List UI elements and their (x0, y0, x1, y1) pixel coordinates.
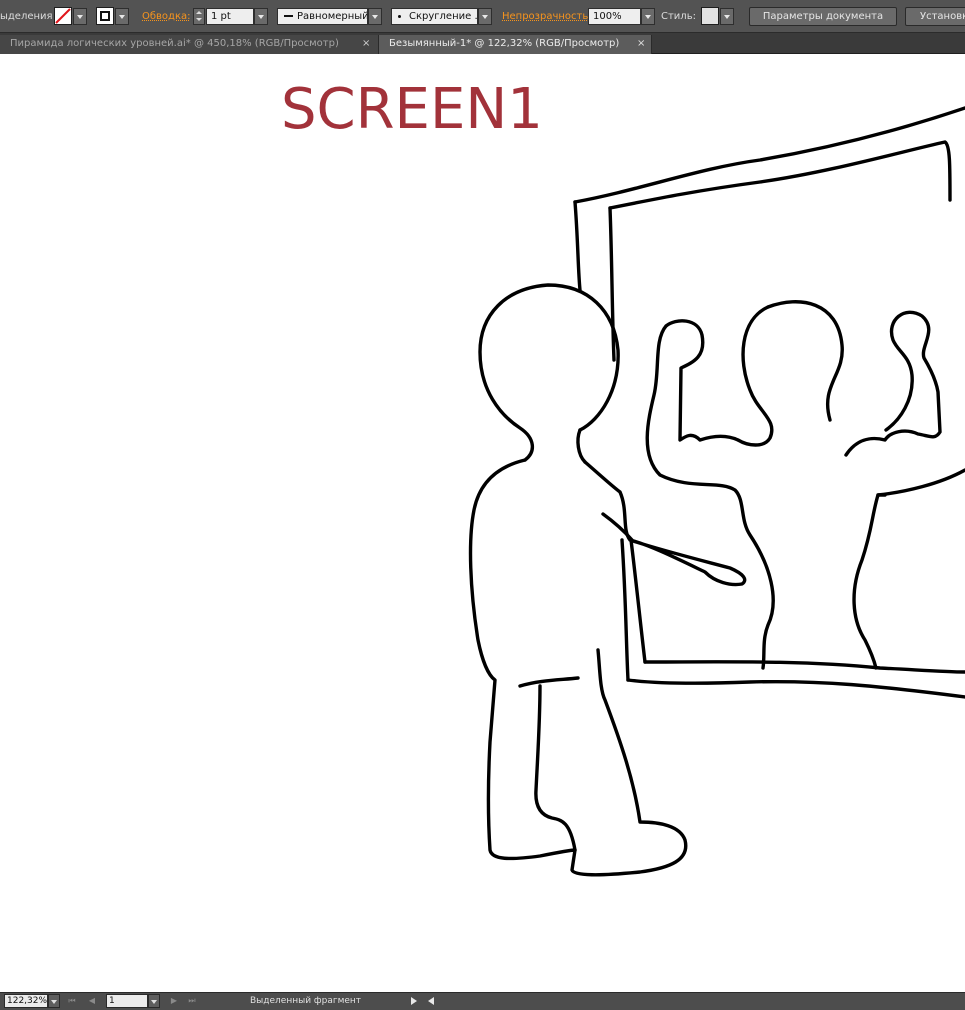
tab-label: Пирамида логических уровней.ai* @ 450,18… (10, 38, 339, 49)
stroke-square-icon (100, 11, 110, 21)
profile-label: Равномерный (297, 11, 368, 22)
close-icon[interactable]: × (362, 35, 370, 53)
person-back-arm (583, 460, 747, 587)
reflection-right-torso (852, 468, 965, 670)
next-artboard-icon[interactable]: ▶ (168, 996, 180, 1006)
stroke-weight-field[interactable]: 1 pt (206, 8, 254, 25)
previous-artboard-icon[interactable]: ◀ (86, 996, 98, 1006)
profile-line-icon (284, 15, 293, 17)
no-fill-icon (55, 8, 71, 24)
graphic-style-swatch[interactable] (701, 7, 719, 25)
opacity-dropdown[interactable] (641, 8, 655, 25)
style-label: Стиль: (661, 11, 696, 22)
mirror-outer-left-lower (620, 538, 630, 682)
first-artboard-icon[interactable]: ⏮ (66, 996, 78, 1006)
mirror-inner-left (608, 206, 616, 362)
opacity-label[interactable]: Непрозрачность: (502, 11, 592, 22)
brush-label: Скругление ... (409, 11, 478, 22)
tab-untitled-document[interactable]: Безымянный-1* @ 122,32% (RGB/Просмотр) × (378, 35, 652, 54)
person-hip (518, 676, 580, 688)
opacity-field[interactable]: 100% (588, 8, 641, 25)
brush-dropdown[interactable] (478, 8, 492, 25)
profile-dropdown[interactable] (368, 8, 382, 25)
mirror-inner-left-lower (629, 538, 647, 664)
status-text[interactable]: Выделенный фрагмент (250, 995, 361, 1008)
fill-dropdown[interactable] (73, 8, 87, 25)
person-body (468, 458, 688, 877)
stroke-label[interactable]: Обводка: (142, 11, 191, 22)
mirror-inner-top (608, 140, 952, 210)
stroke-swatch[interactable] (96, 7, 114, 25)
reflection-left-arm (645, 319, 775, 670)
reflection-head-left (736, 305, 774, 447)
stroke-weight-stepper[interactable] (193, 8, 205, 25)
mirror-illustration[interactable] (0, 54, 965, 992)
tab-pyramid-document[interactable]: Пирамида логических уровней.ai* @ 450,18… (0, 35, 378, 54)
person-head (478, 283, 620, 462)
mirror-inner-bottom (643, 660, 965, 674)
artboard-dropdown[interactable] (148, 994, 160, 1008)
status-bar: 122,32% ⏮ ◀ 1 ▶ ⏭ Выделенный фрагмент (0, 992, 965, 1010)
preferences-button[interactable]: Установки (905, 7, 965, 26)
zoom-dropdown[interactable] (48, 994, 60, 1008)
mirror-outer-frame (573, 106, 965, 204)
mirror-outer-bottom (626, 678, 965, 699)
style-dropdown[interactable] (720, 8, 734, 25)
reflection-right-arm (844, 310, 942, 457)
brush-dot-icon (398, 14, 401, 18)
tab-label: Безымянный-1* @ 122,32% (RGB/Просмотр) (389, 38, 620, 49)
artboard-field[interactable]: 1 (106, 994, 148, 1008)
person-neck-right (576, 428, 587, 464)
control-panel: ыделения Обводка: 1 pt Равномерный Скруг… (0, 0, 965, 33)
selection-label: ыделения (0, 11, 53, 22)
last-artboard-icon[interactable]: ⏭ (186, 996, 198, 1006)
person-front-arm (601, 512, 634, 542)
person-inner-leg (534, 684, 577, 852)
reflection-head (766, 300, 844, 422)
fill-swatch[interactable] (54, 7, 72, 25)
artboard-canvas[interactable]: SCREEN1 (0, 54, 965, 992)
stroke-dropdown[interactable] (115, 8, 129, 25)
scroll-left-arrow-icon[interactable] (428, 997, 434, 1005)
document-tab-bar: Пирамида логических уровней.ai* @ 450,18… (0, 33, 965, 54)
status-menu-arrow-icon[interactable] (411, 997, 417, 1005)
zoom-field[interactable]: 122,32% (4, 994, 48, 1008)
brush-definition[interactable]: Скругление ... (391, 8, 478, 25)
document-settings-button[interactable]: Параметры документа (749, 7, 897, 26)
close-icon[interactable]: × (637, 35, 645, 53)
variable-width-profile[interactable]: Равномерный (277, 8, 368, 25)
mirror-outer-left (573, 200, 582, 292)
stroke-weight-dropdown[interactable] (254, 8, 268, 25)
